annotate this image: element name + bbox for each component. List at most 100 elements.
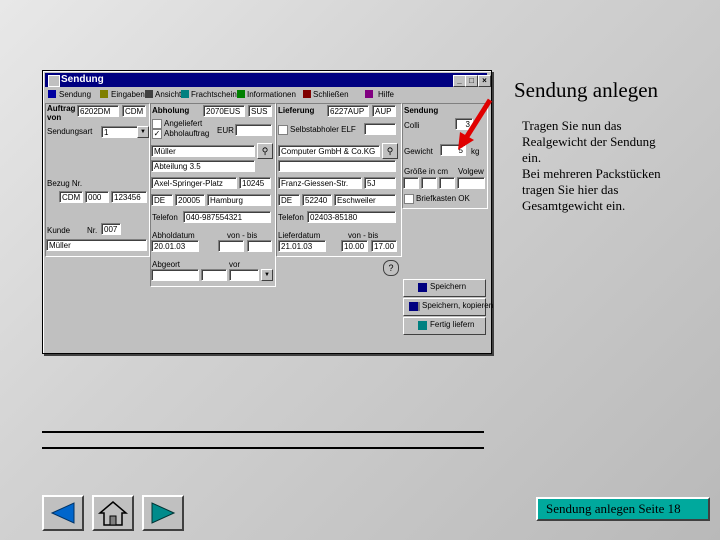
kunde-nr-label: Nr. (87, 226, 98, 235)
menu-ansicht[interactable]: Ansicht (155, 90, 181, 99)
briefkasten-checkbox[interactable] (404, 194, 414, 204)
abholung-name-field[interactable]: Müller (151, 145, 255, 157)
abholung-hausnr-field[interactable]: 10245 (239, 177, 271, 189)
abholung-abteilung-field[interactable]: Abteilung 3.5 (151, 160, 255, 172)
abholung-strasse-field[interactable]: Axel-Springer-Platz (151, 177, 237, 189)
sendungsart-dropdown-icon[interactable]: ▼ (137, 126, 149, 138)
kunde-name-field[interactable]: Müller (46, 239, 147, 251)
fertig-liefern-button[interactable]: Fertig liefern (403, 317, 486, 335)
eur-field[interactable] (235, 124, 272, 136)
angeliefert-label: Angeliefert (164, 119, 203, 128)
lieferung-von-field[interactable]: 10.00 (341, 240, 368, 252)
menu-informationen[interactable]: Informationen (247, 90, 296, 99)
abgeort-field[interactable] (151, 269, 199, 281)
sendungsart-label: Sendungsart (47, 127, 93, 136)
page-label: Sendung anlegen Seite 18 (536, 497, 710, 521)
volgew-label: Volgew (458, 167, 484, 176)
title-bar[interactable]: Sendung _ □ × (45, 73, 491, 87)
save-icon (418, 283, 427, 292)
volgew-field[interactable] (457, 177, 485, 189)
auftrag-code2-field[interactable]: CDM (122, 105, 146, 117)
lieferdatum-field[interactable]: 21.01.03 (278, 240, 326, 252)
lieferung-code2-field[interactable]: AUP (372, 105, 396, 117)
auftrag-code1-field[interactable]: 6202DM (77, 105, 119, 117)
lieferung-telefon-field[interactable]: 02403-85180 (307, 211, 396, 223)
abholung-vonbis-label: von - bis (227, 231, 258, 240)
bezug-field-2[interactable]: 000 (85, 191, 109, 203)
lieferung-telefon-label: Telefon (278, 213, 304, 222)
lieferung-hausnr-field[interactable]: 5J (364, 177, 396, 189)
bezug-label: Bezug Nr. (47, 179, 83, 188)
abholung-telefon-field[interactable]: 040-987554321 (183, 211, 271, 223)
lieferung-land-field[interactable]: DE (278, 194, 300, 206)
help-circle-icon[interactable]: ? (383, 260, 399, 276)
groesse-label: Größe in cm (404, 167, 449, 176)
menu-eingaben[interactable]: Eingaben (111, 90, 145, 99)
lieferung-plz-field[interactable]: 52240 (302, 194, 332, 206)
slide-heading: Sendung anlegen (514, 78, 659, 102)
lieferung-ort-field[interactable]: Eschweiler (334, 194, 396, 206)
menu-sendung[interactable]: Sendung (59, 90, 91, 99)
maximize-button[interactable]: □ (465, 75, 478, 87)
abholung-plz-field[interactable]: 20005 (175, 194, 205, 206)
kunde-nr-field[interactable]: 007 (101, 223, 121, 235)
lieferung-code1-field[interactable]: 6227AUP (327, 105, 369, 117)
abholung-bis-field[interactable] (247, 240, 272, 252)
bezug-field-1[interactable]: CDM (59, 191, 83, 203)
abholung-code1-field[interactable]: 2070EUS (203, 105, 245, 117)
lieferung-search-icon[interactable]: ⚲ (382, 143, 398, 159)
speichern-label: Speichern (430, 282, 467, 291)
pointer-arrow (458, 98, 493, 150)
description-line: Realgewicht der Sendung (522, 134, 656, 149)
kunde-label: Kunde (47, 226, 71, 235)
abholung-land-field[interactable]: DE (151, 194, 173, 206)
close-button[interactable]: × (478, 75, 491, 87)
lieferung-strasse-field[interactable]: Franz-Giessen-Str. (278, 177, 362, 189)
exit-icon (303, 90, 311, 98)
lieferung-bis-field[interactable]: 17.00 (371, 240, 397, 252)
bezug-field-3[interactable]: 123456 (111, 191, 147, 203)
hoehe-field[interactable] (439, 177, 455, 189)
abholung-ort-field[interactable]: Hamburg (207, 194, 271, 206)
next-button[interactable] (142, 495, 184, 531)
menu-hilfe[interactable]: Hilfe (378, 90, 394, 99)
laenge-field[interactable] (403, 177, 419, 189)
home-icon (97, 501, 129, 526)
abholung-telefon-label: Telefon (152, 213, 178, 222)
previous-button[interactable] (42, 495, 84, 531)
breite-field[interactable] (421, 177, 437, 189)
abholung-code2-field[interactable]: SUS (248, 105, 272, 117)
menu-schliessen[interactable]: Schließen (313, 90, 349, 99)
abholung-search-icon[interactable]: ⚲ (257, 143, 273, 159)
menu-frachtschein[interactable]: Frachtschein (191, 90, 237, 99)
speichern-button[interactable]: Speichern (403, 279, 486, 297)
help-icon (365, 90, 373, 98)
sendung-window: Sendung _ □ × Sendung Eingaben Ansicht F… (42, 70, 493, 354)
briefkasten-label: Briefkasten OK (416, 194, 470, 203)
home-button[interactable] (92, 495, 134, 531)
description-line: Gesamtgewicht ein. (522, 198, 626, 213)
sendungsart-select[interactable]: 1 (101, 126, 139, 138)
speichern-kopieren-button[interactable]: Speichern, kopieren (403, 298, 493, 316)
lieferung-zusatz-field[interactable] (278, 160, 396, 172)
fertig-liefern-label: Fertig liefern (430, 320, 475, 329)
document-icon (181, 90, 189, 98)
sendung-label: Sendung (404, 106, 439, 115)
copy-icon (409, 302, 420, 311)
divider-line (42, 447, 484, 449)
abholdatum-field[interactable]: 20.01.03 (151, 240, 199, 252)
selbstabholer-checkbox[interactable] (278, 125, 288, 135)
selbstabholer-field[interactable] (364, 123, 396, 135)
angeliefert-checkbox[interactable] (152, 119, 162, 129)
lieferung-vonbis-label: von - bis (348, 231, 379, 240)
abholauftrag-checkbox[interactable]: ✓ (152, 129, 162, 139)
colli-label: Colli (404, 121, 420, 130)
abholung-von-field[interactable] (218, 240, 244, 252)
lieferdatum-label: Lieferdatum (278, 231, 321, 240)
vor-dropdown-icon[interactable]: ▼ (261, 269, 273, 281)
vor-field[interactable] (229, 269, 259, 281)
description-line: ein. (522, 150, 542, 165)
abgeort-field-2[interactable] (201, 269, 227, 281)
abholdatum-label: Abholdatum (152, 231, 195, 240)
lieferung-name-field[interactable]: Computer GmbH & Co.KG (278, 145, 380, 157)
